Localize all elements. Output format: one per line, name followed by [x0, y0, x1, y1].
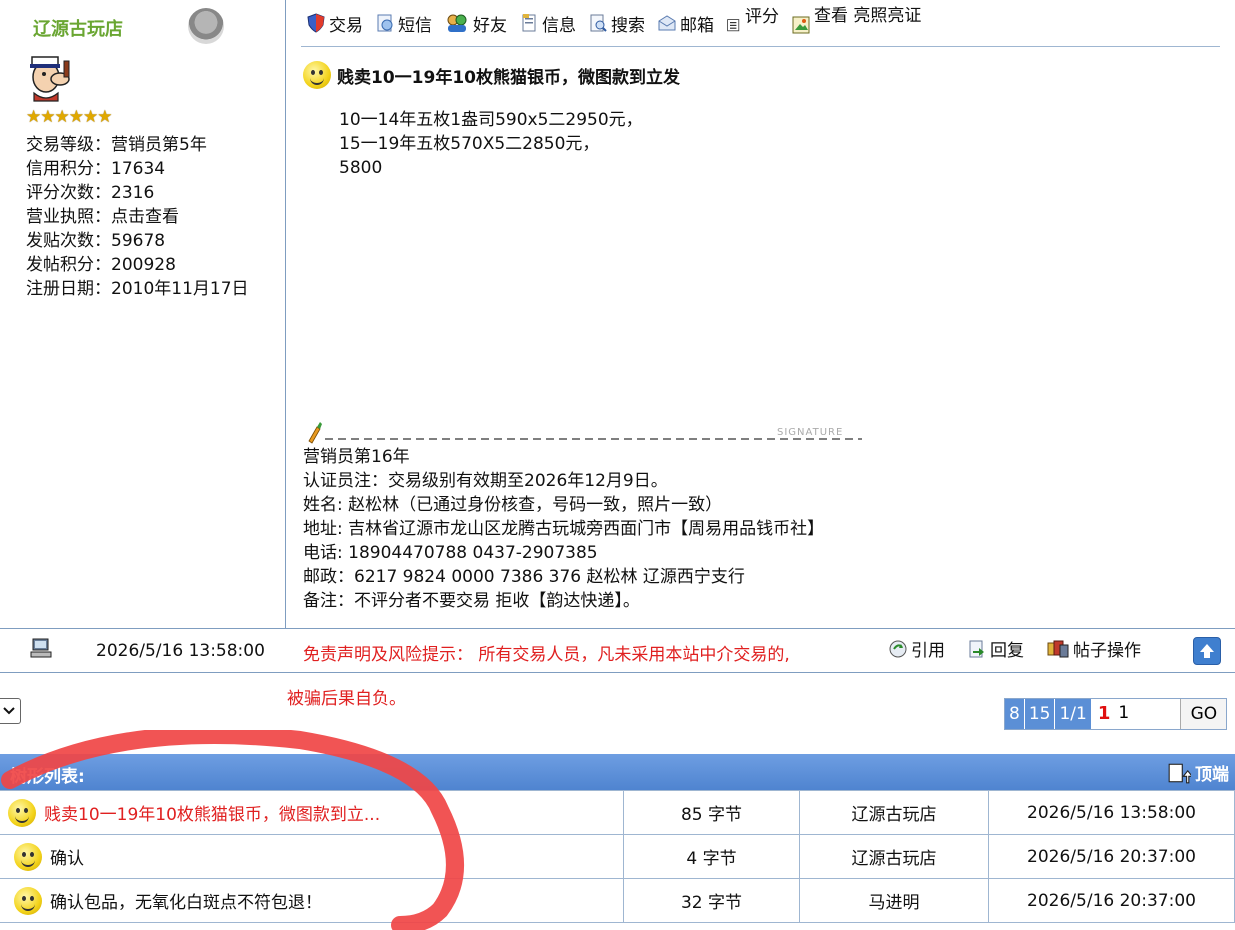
- disclaimer-text: 免责声明及风险提示： 所有交易人员，凡未采用本站中介交易的,: [303, 645, 790, 665]
- pagination: 8 15 1/1 1 GO: [1004, 698, 1228, 730]
- avatar[interactable]: [24, 51, 76, 103]
- signature-line: 营销员第16年: [303, 447, 410, 467]
- info-label: 信息: [542, 15, 576, 36]
- up-arrow-icon: [1200, 644, 1214, 658]
- post-manage-button[interactable]: 帖子操作: [1046, 636, 1141, 661]
- user-toolbar: 交易 短信 好友 信息 搜索 邮箱 评分 查看 亮照亮证: [306, 6, 921, 40]
- thread-size: 32 字节: [623, 878, 800, 923]
- mail-label: 邮箱: [680, 15, 714, 36]
- quote-button[interactable]: 引用: [888, 636, 945, 661]
- post-time: 2026/5/16 13:58:00: [96, 641, 265, 661]
- chevron-down-icon: [3, 707, 15, 715]
- top-icon: [1168, 763, 1191, 783]
- user-post-score: 发帖积分：200928: [26, 255, 176, 275]
- post-body-line: 5800: [339, 158, 383, 178]
- thread-size: 85 字节: [623, 790, 800, 835]
- thread-author: 马进明: [799, 878, 989, 923]
- signature-label: SIGNATURE: [777, 427, 843, 438]
- back-to-top-button[interactable]: [1193, 637, 1221, 665]
- smiley-icon: [303, 61, 331, 89]
- view-license-label: 查看 亮照亮证: [814, 6, 922, 26]
- user-post-count: 发贴次数：59678: [26, 231, 166, 251]
- user-register-date: 注册日期：2010年11月17日: [26, 279, 249, 299]
- user-trade-level: 交易等级：营销员第5年: [26, 135, 207, 155]
- toolbar-divider: [301, 46, 1220, 47]
- search-button[interactable]: 搜索: [588, 11, 645, 36]
- shield-icon: [307, 13, 325, 33]
- signature-line: 地址: 吉林省辽源市龙山区龙腾古玩城旁西面门市【周易用品钱币社】: [303, 519, 825, 539]
- friends-icon: [447, 14, 467, 32]
- list-icon: [727, 19, 740, 32]
- page-input[interactable]: [1116, 699, 1181, 727]
- image-icon: [792, 16, 810, 34]
- thread-author: 辽源古玩店: [799, 790, 989, 835]
- post-body-line: 15一19年五枚570X5二2850元，: [339, 134, 600, 154]
- friend-button[interactable]: 好友: [444, 11, 507, 36]
- rate-label: 评分: [745, 7, 779, 27]
- username[interactable]: 辽源古玩店: [33, 15, 123, 41]
- reply-icon: [969, 640, 984, 657]
- mail-icon: [658, 15, 676, 31]
- thread-time: 2026/5/16 20:37:00: [988, 834, 1235, 879]
- disclaimer-text-continued: 被骗后果自负。: [287, 689, 406, 709]
- thread-time: 2026/5/16 20:37:00: [988, 878, 1235, 923]
- rating-stars: ★★★★★★: [26, 107, 112, 127]
- mail-button[interactable]: 邮箱: [657, 11, 714, 36]
- post-body-line: 10一14年五枚1盎司590x5二2950元，: [339, 110, 643, 130]
- signature-line: 认证员注：交易级别有效期至2026年12月9日。: [303, 471, 668, 491]
- thread-size: 4 字节: [623, 834, 800, 879]
- quote-icon: [889, 640, 907, 657]
- online-status-icon: [188, 8, 224, 44]
- friend-label: 好友: [473, 15, 507, 36]
- trade-button[interactable]: 交易: [306, 11, 363, 36]
- page-count: 1/1: [1055, 699, 1092, 729]
- computer-icon: [30, 638, 52, 658]
- post-title: 贱卖10一19年10枚熊猫银币，微图款到立发: [303, 61, 680, 89]
- signature-line: 邮政：6217 9824 0000 7386 376 赵松林 辽源西宁支行: [303, 567, 745, 587]
- sms-label: 短信: [398, 15, 432, 36]
- post-footer-divider: [0, 628, 1235, 629]
- current-page: 1: [1097, 703, 1111, 724]
- reply-button[interactable]: 回复: [967, 636, 1024, 661]
- post-actions: 引用 回复 帖子操作: [888, 636, 1141, 661]
- user-credit: 信用积分：17634: [26, 159, 166, 179]
- post-footer-divider: [0, 672, 1235, 673]
- post-manage-label: 帖子操作: [1073, 641, 1141, 661]
- page-size-8[interactable]: 8: [1005, 699, 1025, 729]
- rate-button[interactable]: 评分: [726, 7, 779, 34]
- quote-label: 引用: [911, 641, 945, 661]
- go-button[interactable]: GO: [1180, 699, 1227, 729]
- post-title-text: 贱卖10一19年10枚熊猫银币，微图款到立发: [337, 67, 680, 88]
- trade-label: 交易: [329, 15, 363, 36]
- red-annotation-stroke: [1, 730, 464, 930]
- top-label: 顶端: [1195, 765, 1229, 785]
- search-label: 搜索: [611, 15, 645, 36]
- info-button[interactable]: 信息: [519, 11, 576, 36]
- post-manage-icon: [1047, 640, 1069, 657]
- thread-author: 辽源古玩店: [799, 834, 989, 879]
- signature-line: 姓名: 赵松林（已通过身份核查，号码一致，照片一致）: [303, 495, 723, 515]
- user-rating-count: 评分次数：2316: [26, 183, 155, 203]
- thread-time: 2026/5/16 13:58:00: [988, 790, 1235, 835]
- jump-select[interactable]: [0, 698, 21, 724]
- search-icon: [590, 14, 607, 32]
- signature-line: 电话: 18904470788 0437-2907385: [303, 543, 598, 563]
- view-license-button[interactable]: 查看 亮照亮证: [791, 6, 921, 35]
- signature-divider: SIGNATURE: [308, 422, 862, 444]
- signature-line: 备注：不评分者不要交易 拒收【韵达快递】。: [303, 591, 640, 611]
- reply-label: 回复: [990, 641, 1024, 661]
- sms-button[interactable]: 短信: [375, 11, 432, 36]
- document-icon: [522, 14, 536, 32]
- message-icon: [377, 14, 393, 32]
- user-license-link[interactable]: 营业执照：点击查看: [26, 205, 179, 229]
- tree-top-link[interactable]: 顶端: [1167, 760, 1229, 785]
- page-size-15[interactable]: 15: [1024, 699, 1056, 729]
